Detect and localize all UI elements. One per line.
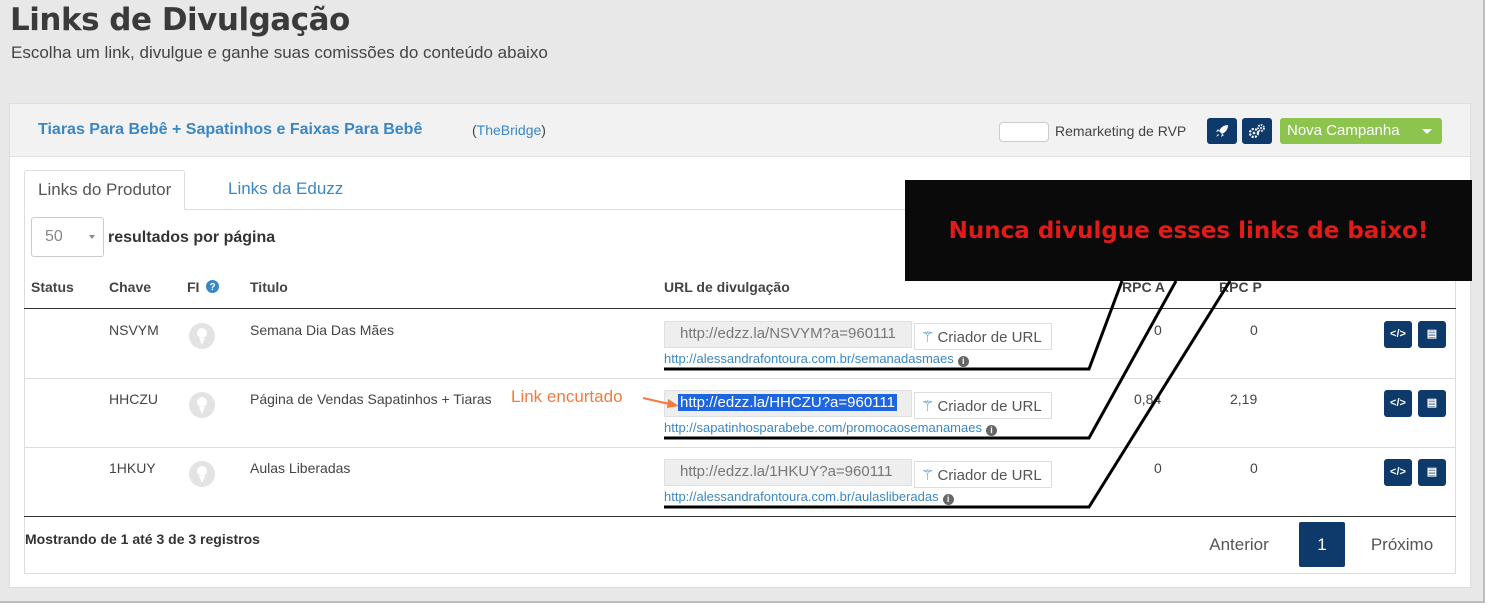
pagination-page-1[interactable]: 1 [1299,522,1345,567]
row-2-rpc-p: 2,19 [1230,391,1258,407]
short-link-annotation: Link encurtado [511,387,623,406]
row-2-embed-button[interactable]: ▤ [1418,390,1446,417]
header-divider [24,308,1456,309]
col-rpc-a: RPC A [1122,279,1166,295]
row-3-chave: 1HKUY [109,460,156,476]
fi-icon [189,392,215,418]
row-3-rpc-p: 0 [1250,460,1258,476]
row-1-url-creator-button[interactable]: ⚚ Criador de URL [914,323,1052,350]
page-title: Links de Divulgação [10,2,350,38]
row-2-code-button[interactable]: </> [1384,390,1412,417]
settings-button[interactable] [1242,118,1272,144]
row-3-url-creator-button[interactable]: ⚚ Criador de URL [914,461,1052,488]
row-1-rpc-p: 0 [1250,322,1258,338]
warning-banner: Nunca divulgue esses links de baixo! [905,180,1472,281]
row-2-titulo: Página de Vendas Sapatinhos + Tiaras [250,391,492,407]
row-1-titulo: Semana Dia Das Mães [250,322,394,338]
row-3-target-link[interactable]: http://alessandrafontoura.com.br/aulasli… [664,489,954,505]
row-3-titulo: Aulas Liberadas [250,460,351,476]
page-size-select[interactable]: 50 [31,217,104,257]
code-icon: </> [1390,328,1406,340]
gears-icon [1248,124,1265,139]
info-icon[interactable]: i [942,494,954,505]
row-3-code-button[interactable]: </> [1384,459,1412,486]
table-bottom-divider [24,516,1456,517]
page-size-label: resultados por página [108,229,276,246]
magic-wand-icon: ⚚ [921,467,935,484]
product-header: Tiaras Para Bebê + Sapatinhos e Faixas P… [10,104,1470,157]
magic-wand-icon: ⚚ [921,329,935,346]
caret-down-icon [1422,129,1432,134]
col-url: URL de divulgação [664,279,790,295]
pagination-next[interactable]: Próximo [1357,522,1447,567]
row-1-chave: NSVYM [109,322,159,338]
row-2-short-url[interactable]: http://edzz.la/HHCZU?a=960111 [664,390,912,417]
col-status: Status [31,279,74,295]
records-summary: Mostrando de 1 até 3 de 3 registros [25,531,260,547]
fi-icon [189,461,215,487]
remarketing-label: Remarketing de RVP [1055,123,1187,139]
file-code-icon: ▤ [1426,466,1438,478]
row-3-rpc-a: 0 [1154,460,1162,476]
file-code-icon: ▤ [1426,328,1438,340]
caret-down-icon [89,235,95,239]
row-3-short-url[interactable]: http://edzz.la/1HKUY?a=960111 [664,459,912,486]
code-icon: </> [1390,466,1406,478]
row-divider [24,378,1456,379]
fi-icon [189,323,215,349]
svg-text:?: ? [210,282,216,293]
page-subtitle: Escolha um link, divulgue e ganhe suas c… [11,43,548,62]
row-3-embed-button[interactable]: ▤ [1418,459,1446,486]
col-rpc-p: RPC P [1219,279,1262,295]
new-campaign-dropdown[interactable]: Nova Campanha [1280,118,1442,144]
col-titulo: Titulo [250,279,288,295]
magic-wand-icon: ⚚ [921,398,935,415]
product-title: Tiaras Para Bebê + Sapatinhos e Faixas P… [38,121,423,138]
col-chave: Chave [109,279,152,295]
col-fi: FI ? [187,279,220,295]
rocket-icon [1216,125,1228,137]
product-source: (TheBridge) [472,122,546,138]
row-2-url-creator-button[interactable]: ⚚ Criador de URL [914,392,1052,419]
tab-links-produtor[interactable]: Links do Produtor [24,170,186,210]
code-icon: </> [1390,397,1406,409]
page-background: Links de Divulgação Escolha um link, div… [0,0,1485,603]
row-divider [24,447,1456,448]
remarketing-toggle[interactable] [999,122,1049,142]
info-icon[interactable]: i [985,425,997,436]
producer-link[interactable]: TheBridge [477,122,542,138]
row-1-short-url[interactable]: http://edzz.la/NSVYM?a=960111 [664,321,912,348]
row-1-embed-button[interactable]: ▤ [1418,321,1446,348]
info-icon[interactable]: i [957,356,969,367]
pagination-prev[interactable]: Anterior [1199,522,1279,567]
question-circle-icon[interactable]: ? [206,280,220,293]
tab-links-eduzz[interactable]: Links da Eduzz [215,170,356,210]
row-1-code-button[interactable]: </> [1384,321,1412,348]
file-code-icon: ▤ [1426,397,1438,409]
row-1-target-link[interactable]: http://alessandrafontoura.com.br/semanad… [664,351,969,367]
row-2-chave: HHCZU [109,391,158,407]
row-2-rpc-a: 0,84 [1134,391,1162,407]
row-2-target-link[interactable]: http://sapatinhosparabebe.com/promocaose… [664,420,997,436]
rocket-button[interactable] [1207,118,1237,144]
row-1-rpc-a: 0 [1154,322,1162,338]
